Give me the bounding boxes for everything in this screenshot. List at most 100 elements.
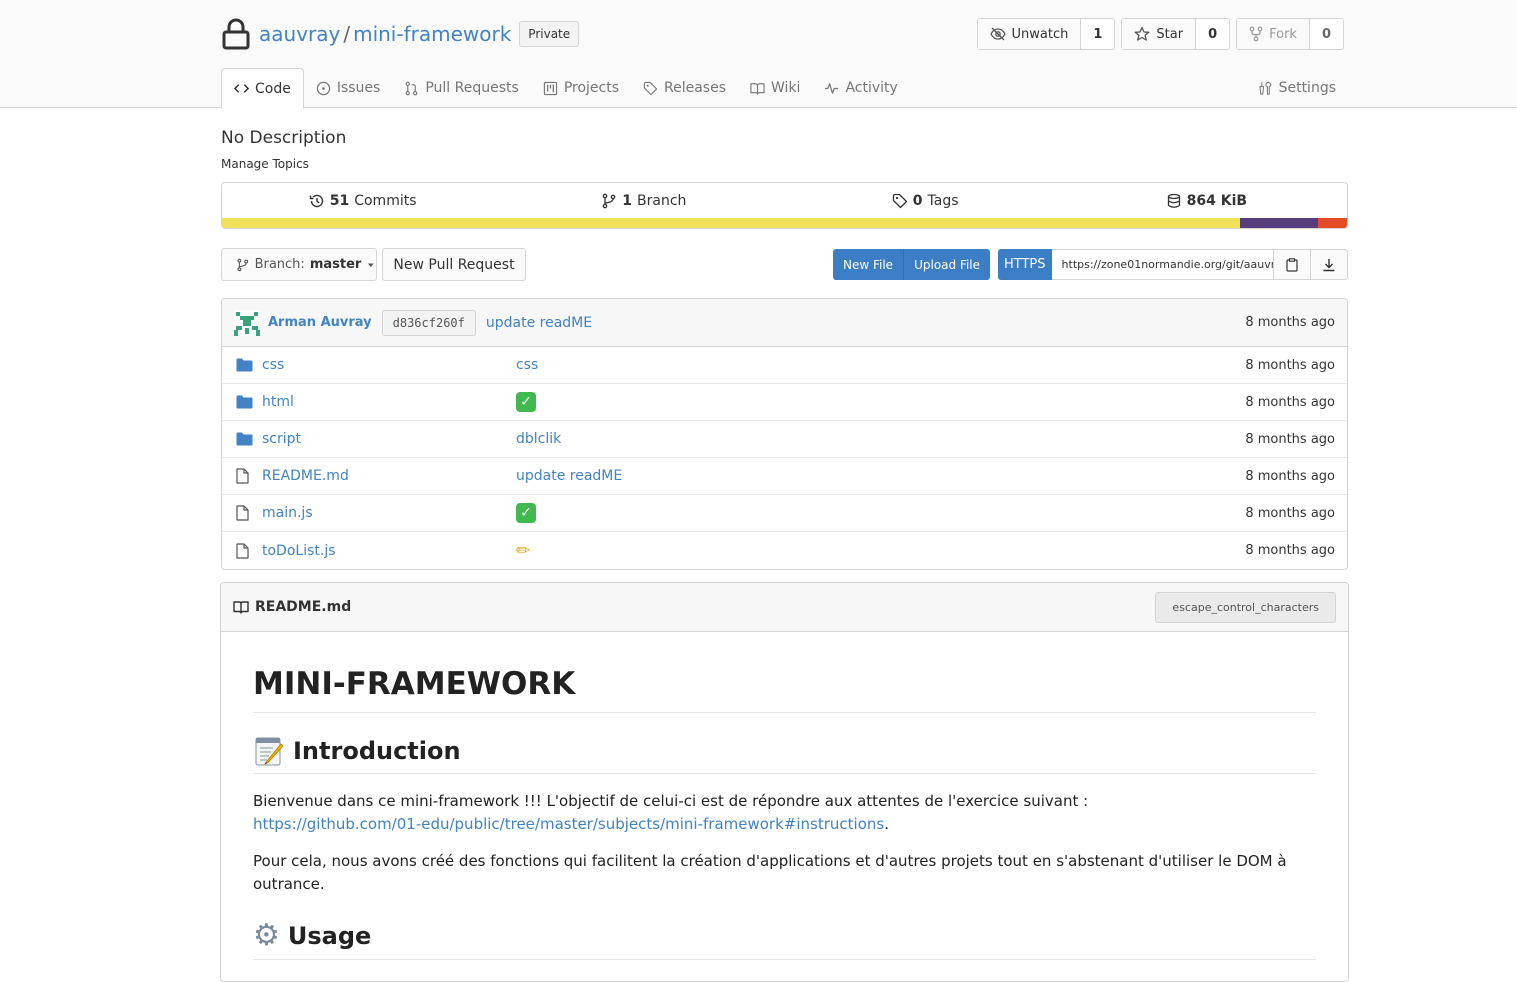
tab-issues-label: Issues	[336, 80, 381, 96]
instructions-link[interactable]: https://github.com/01-edu/public/tree/ma…	[253, 815, 884, 833]
new-pull-request-button[interactable]: New Pull Request	[382, 248, 526, 281]
star-icon	[1134, 26, 1150, 41]
new-file-button[interactable]: New File	[833, 249, 904, 280]
pulse-icon	[825, 82, 839, 94]
commit-message-link[interactable]: update readME	[486, 315, 592, 331]
tab-settings[interactable]: Settings	[1246, 68, 1348, 108]
repo-description: No Description	[221, 128, 347, 148]
file-commit-message-link[interactable]: dblclik	[516, 431, 561, 447]
language-bar[interactable]	[222, 218, 1347, 228]
file-icon	[236, 505, 249, 521]
file-commit-message-link[interactable]: ✓	[516, 392, 536, 412]
file-action-bar: Branch: master New Pull Request New File…	[221, 248, 1348, 281]
repo-title: aauvray / mini-framework Private	[221, 18, 580, 50]
file-commit-message-link[interactable]: ✏	[516, 541, 530, 561]
repo-owner-link[interactable]: aauvray	[259, 22, 340, 46]
tab-projects[interactable]: Projects	[531, 68, 631, 108]
pull-request-icon	[405, 81, 418, 95]
readme-filename: README.md	[255, 599, 352, 615]
folder-icon-wrap	[236, 394, 254, 410]
history-icon	[309, 194, 323, 207]
branches-link[interactable]: 1 Branch	[503, 193, 784, 209]
star-count[interactable]: 0	[1196, 27, 1229, 42]
tab-settings-label: Settings	[1278, 80, 1336, 96]
file-commit-message-link[interactable]: update readME	[516, 468, 622, 484]
copy-url-button[interactable]	[1274, 249, 1311, 280]
file-name-link[interactable]: script	[262, 431, 516, 447]
repo-tabs: Code Issues Pull Requests Projects Relea…	[221, 68, 1348, 109]
file-icon-wrap	[236, 542, 254, 559]
branch-dropdown[interactable]: Branch: master	[221, 248, 377, 281]
commits-link[interactable]: 51 Commits	[222, 193, 503, 209]
clipboard-icon	[1286, 257, 1298, 272]
fork-label: Fork	[1269, 26, 1297, 42]
repo-action-buttons: Unwatch 1 Star 0 Fork 0	[976, 18, 1344, 50]
file-commit-message-link[interactable]: css	[516, 357, 538, 373]
language-segment[interactable]	[1317, 218, 1347, 228]
tab-pull-requests[interactable]: Pull Requests	[392, 68, 530, 108]
avatar[interactable]	[234, 309, 260, 336]
readme-header: README.md escape_control_characters	[221, 583, 1348, 632]
database-icon	[1167, 193, 1180, 208]
tag-icon	[892, 193, 907, 208]
tab-code[interactable]: Code	[221, 68, 304, 109]
file-name-link[interactable]: toDoList.js	[262, 543, 516, 559]
commit-sha-button[interactable]: d836cf260f	[381, 309, 476, 336]
readme-body: MINI-FRAMEWORK Introduction Bienvenue da…	[221, 666, 1348, 960]
clone-protocol-button[interactable]: HTTPS	[998, 249, 1052, 280]
file-icon-wrap	[236, 505, 254, 521]
readme-title: MINI-FRAMEWORK	[253, 666, 1316, 713]
upload-file-button[interactable]: Upload File	[903, 249, 991, 280]
fork-count[interactable]: 0	[1310, 27, 1343, 42]
file-row: script dblclik 8 months ago	[222, 421, 1347, 458]
folder-icon	[236, 358, 253, 372]
language-segment[interactable]	[1240, 218, 1318, 228]
tab-wiki[interactable]: Wiki	[738, 68, 812, 108]
fork-button[interactable]: Fork 0	[1236, 18, 1344, 50]
memo-icon	[255, 737, 284, 766]
tags-label: Tags	[927, 192, 959, 209]
tags-link[interactable]: 0 Tags	[785, 193, 1066, 209]
folder-icon	[236, 432, 253, 446]
latest-commit-bar: Arman Auvray d836cf260f update readME 8 …	[222, 299, 1347, 347]
readme-paragraph-1-text: Bienvenue dans ce mini-framework !!! L'o…	[253, 792, 1089, 810]
issue-icon	[316, 81, 331, 95]
file-icon	[236, 468, 249, 484]
readme-heading-usage: ⚙ Usage	[253, 918, 1316, 960]
tab-releases[interactable]: Releases	[631, 68, 738, 108]
language-segment[interactable]	[222, 218, 1241, 228]
file-name-link[interactable]: README.md	[262, 468, 516, 484]
commit-author-link[interactable]: Arman Auvray	[268, 315, 372, 330]
check-mark-icon: ✓	[516, 503, 536, 523]
star-button[interactable]: Star 0	[1121, 18, 1231, 50]
folder-icon-wrap	[236, 431, 254, 447]
file-name-link[interactable]: html	[262, 394, 516, 410]
readme-heading-usage-text: Usage	[287, 921, 372, 950]
escape-control-characters-button[interactable]: escape_control_characters	[1155, 591, 1336, 623]
tab-code-label: Code	[255, 80, 291, 97]
watch-button[interactable]: Unwatch 1	[976, 18, 1116, 50]
file-icon-wrap	[236, 468, 254, 484]
file-buttons: New File Upload File	[833, 249, 991, 280]
file-list: Arman Auvray d836cf260f update readME 8 …	[221, 298, 1348, 570]
file-row: css css 8 months ago	[222, 347, 1347, 384]
tab-issues[interactable]: Issues	[304, 68, 393, 108]
repo-stats: 51 Commits 1 Branch 0 Tags 864 KiB	[221, 182, 1348, 229]
manage-topics-link[interactable]: Manage Topics	[221, 157, 309, 171]
watch-count[interactable]: 1	[1081, 27, 1114, 42]
readme-heading-introduction-text: Introduction	[293, 737, 461, 765]
file-name-link[interactable]: css	[262, 357, 516, 373]
repo-size: 864 KiB	[1066, 193, 1347, 209]
branch-label: Branch	[637, 192, 687, 209]
tab-pull-requests-label: Pull Requests	[425, 80, 519, 96]
clone-url-input[interactable]: https://zone01normandie.org/git/aauvray/…	[1051, 249, 1274, 280]
download-button[interactable]	[1311, 249, 1348, 280]
fork-icon	[1249, 26, 1263, 42]
file-commit-message-link[interactable]: ✓	[516, 503, 536, 523]
tab-activity[interactable]: Activity	[812, 68, 909, 108]
tools-icon	[1258, 81, 1271, 95]
file-name-link[interactable]: main.js	[262, 505, 516, 521]
watch-label: Unwatch	[1011, 26, 1069, 42]
repo-name-link[interactable]: mini-framework	[353, 22, 511, 46]
branch-icon	[237, 258, 249, 271]
